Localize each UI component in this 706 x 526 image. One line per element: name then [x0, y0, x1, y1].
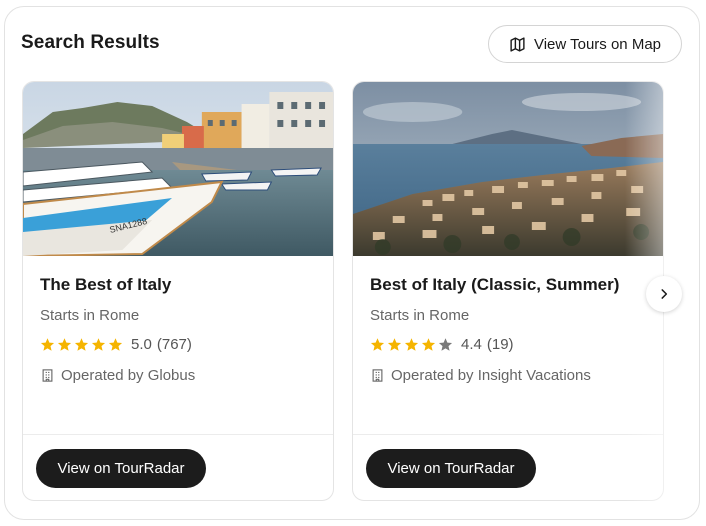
star-icon — [421, 338, 436, 351]
operator-label: Operated by Insight Vacations — [391, 367, 591, 384]
tour-card[interactable]: Best of Italy (Classic, Summer) Starts i… — [352, 81, 664, 501]
star-empty-icon — [438, 338, 453, 351]
star-rating — [40, 337, 123, 352]
building-icon — [372, 369, 383, 382]
view-on-tourradar-button[interactable]: View on TourRadar — [366, 449, 536, 488]
tour-operator: Operated by Globus — [40, 367, 195, 384]
tour-rating: 5.0 (767) — [40, 336, 192, 353]
page-title: Search Results — [21, 32, 160, 53]
building-icon — [42, 369, 53, 382]
tour-title[interactable]: Best of Italy (Classic, Summer) — [370, 275, 619, 295]
star-rating — [370, 337, 453, 352]
tour-operator: Operated by Insight Vacations — [370, 367, 591, 384]
map-icon — [510, 36, 525, 52]
chevron-right-icon — [661, 289, 668, 299]
card-divider — [353, 434, 663, 435]
map-button-label: View Tours on Map — [533, 35, 662, 53]
star-icon — [404, 338, 419, 351]
star-icon — [370, 338, 385, 351]
star-icon — [40, 338, 55, 351]
review-count: (19) — [486, 336, 514, 353]
tour-card[interactable]: SNA1288 The Best of Italy Starts in Rome… — [22, 81, 334, 501]
view-on-tourradar-button[interactable]: View on TourRadar — [36, 449, 206, 488]
harbor-boats-photo[interactable]: SNA1288 — [23, 82, 333, 256]
view-tours-on-map-button[interactable]: View Tours on Map — [488, 25, 682, 63]
carousel-next-button[interactable] — [646, 276, 682, 312]
tour-start-location: Starts in Rome — [40, 307, 140, 324]
star-icon — [91, 338, 106, 351]
search-results-widget: Search Results View Tours on Map SNA1288… — [4, 6, 700, 520]
coastal-town-photo[interactable] — [353, 82, 663, 256]
operator-label: Operated by Globus — [61, 367, 196, 384]
star-icon — [57, 338, 72, 351]
tour-start-location: Starts in Rome — [370, 307, 470, 324]
rating-value: 5.0 — [131, 336, 152, 353]
card-divider — [23, 434, 333, 435]
tour-title[interactable]: The Best of Italy — [40, 275, 171, 295]
star-icon — [387, 338, 402, 351]
star-icon — [108, 338, 123, 351]
review-count: (767) — [156, 336, 192, 353]
tour-rating: 4.4 (19) — [370, 336, 514, 353]
star-icon — [74, 338, 89, 351]
rating-value: 4.4 — [461, 336, 482, 353]
